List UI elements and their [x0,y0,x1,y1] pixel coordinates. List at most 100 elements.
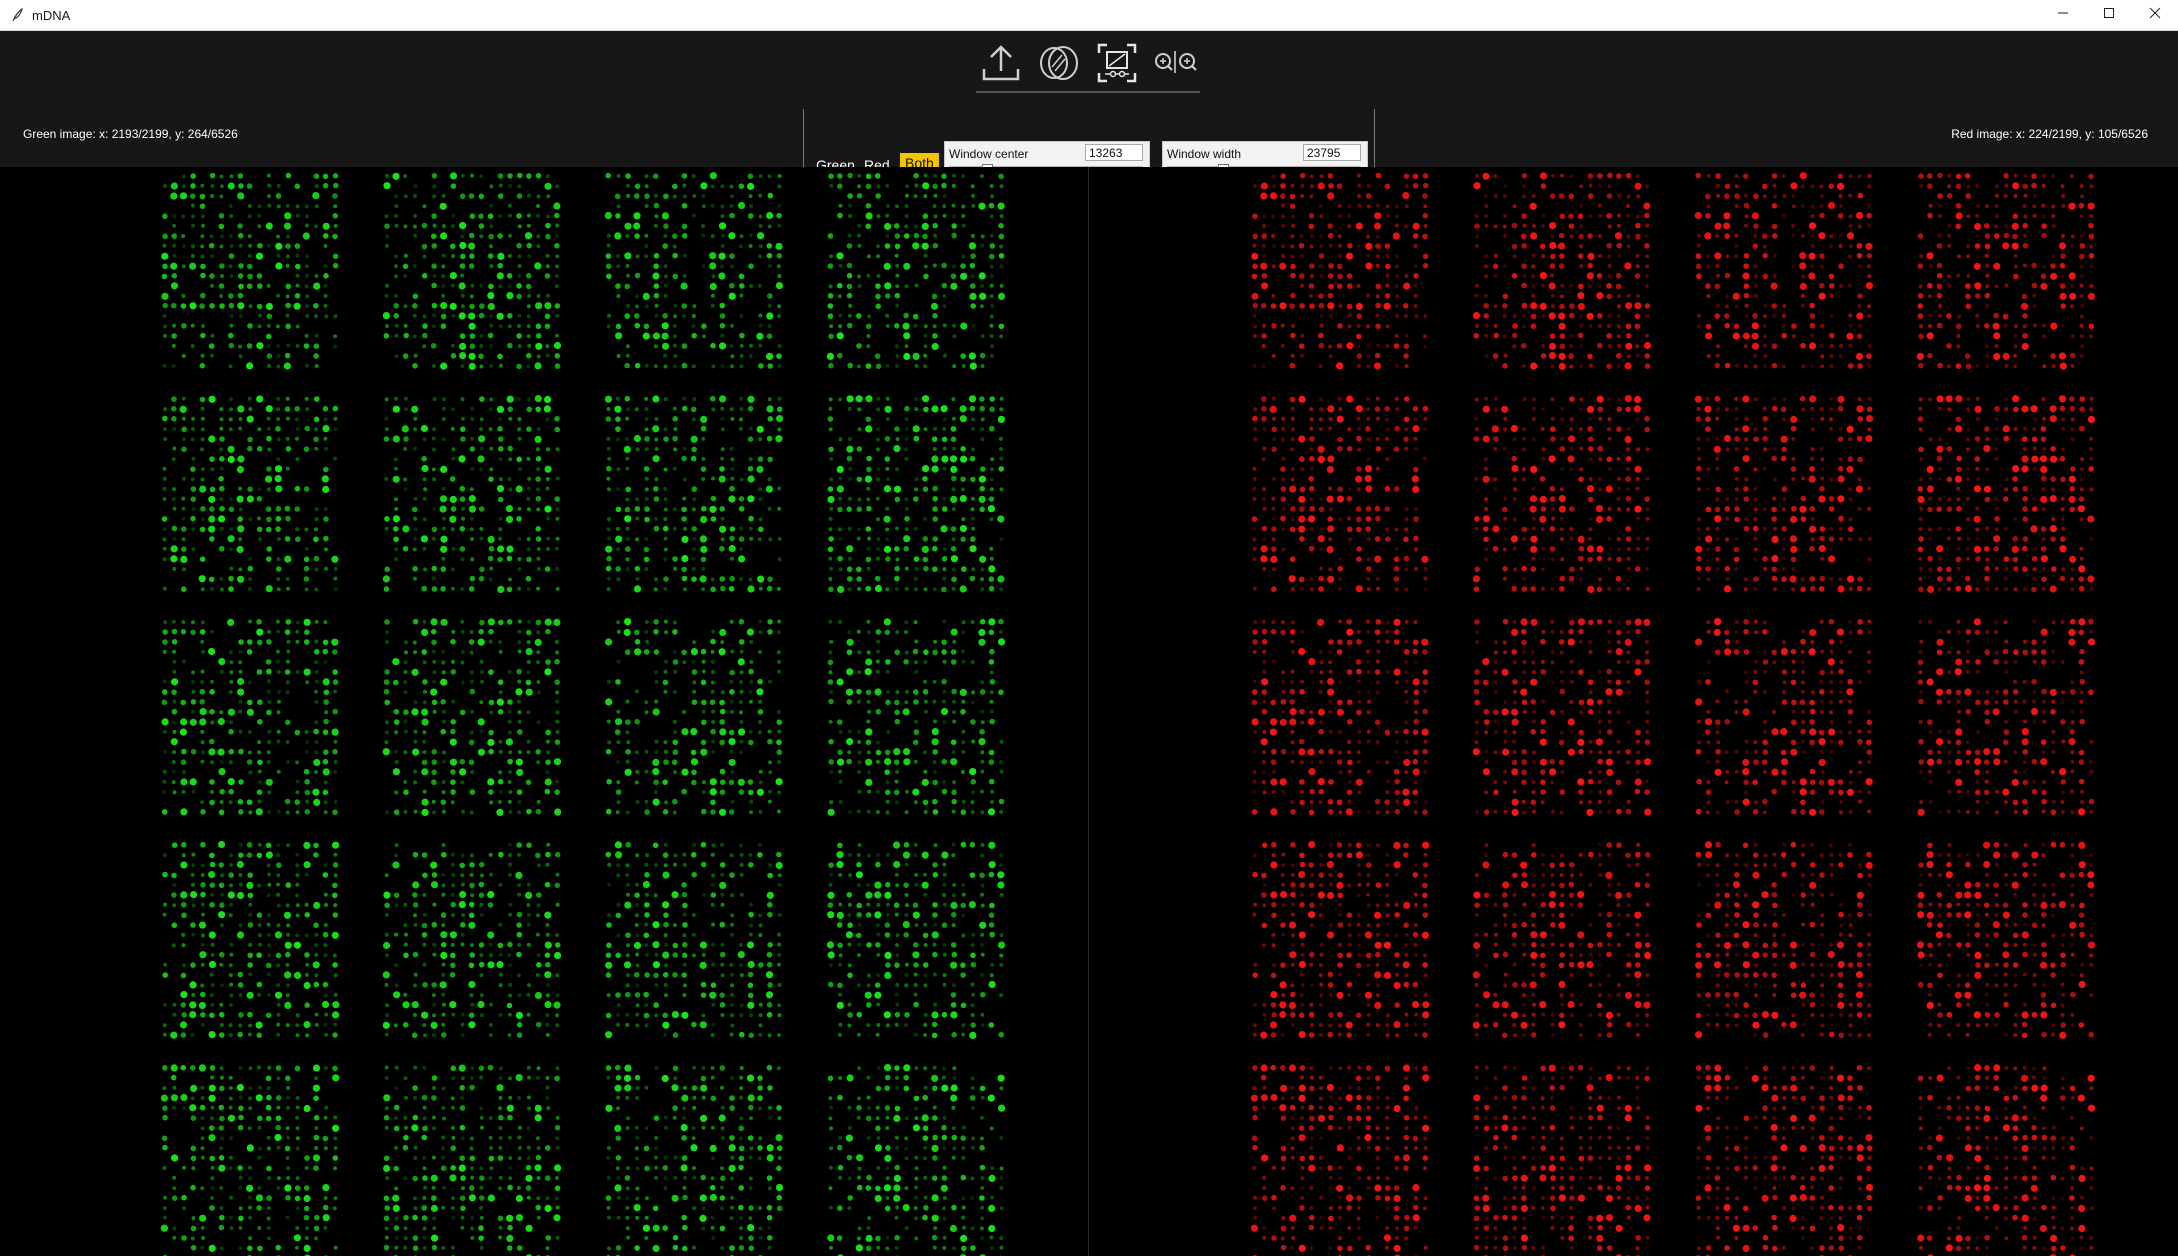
spot [489,264,494,269]
spot [440,362,448,370]
spot [893,1194,901,1202]
spot [190,437,195,442]
spot [403,640,408,645]
spot [314,770,319,774]
spot [506,555,513,562]
spot [748,862,754,868]
spot [635,983,640,988]
spot [304,629,310,635]
spot [441,516,446,521]
spot [479,467,484,472]
spot [700,466,707,472]
spot [422,1175,428,1181]
fit-image-button[interactable] [1092,42,1142,88]
spot [672,343,677,348]
spot [952,883,957,887]
red-image-panel[interactable] [1090,167,2178,1256]
spot [394,214,398,218]
spot [932,872,939,878]
spot [904,1012,910,1018]
spot [162,1086,167,1091]
window-center-input[interactable]: 13263 [1085,144,1143,161]
spot [267,872,271,877]
spot [422,1116,427,1121]
spot [942,1235,947,1240]
spot [642,292,650,300]
spot [837,352,843,359]
spot [248,770,253,775]
spot [634,629,640,636]
spot [865,1234,873,1242]
spot [748,789,754,796]
spot [766,891,774,899]
upload-button[interactable] [976,42,1026,88]
window-width-input[interactable]: 23795 [1303,144,1361,161]
spot [323,1225,328,1230]
spot [199,629,206,635]
close-button[interactable] [2132,0,2178,30]
spot [285,313,290,318]
spot [179,405,187,413]
spot [663,557,668,562]
spot [517,629,522,634]
spot [701,1125,706,1130]
spot [729,669,735,676]
spot [661,342,670,350]
spot [625,456,630,461]
spot [970,1022,976,1028]
spot [682,852,687,857]
minimize-button[interactable] [2040,0,2086,30]
spot [314,973,319,978]
spot [489,446,494,451]
spot [874,891,882,899]
spot [633,434,642,443]
spot [190,1032,195,1037]
overlay-button[interactable] [1034,42,1084,88]
spot [555,902,560,907]
spot [884,1105,891,1111]
spot [739,1066,744,1070]
spot [517,942,522,947]
spot [535,749,541,755]
spot [776,851,782,858]
spot [931,1194,939,1202]
spot [866,1135,871,1140]
spot [161,273,168,280]
green-image-panel[interactable] [0,167,1088,1256]
spot [238,1023,243,1028]
spot [172,1226,177,1231]
spot [720,640,725,645]
spot [517,729,523,735]
spot [606,1155,611,1160]
spot [875,749,882,756]
spot [758,730,762,735]
spot [314,670,319,675]
spot [738,496,745,502]
spot [933,193,938,198]
spot [544,618,552,626]
spot [412,547,417,552]
spot [663,912,669,918]
spot [422,730,427,735]
spot [768,264,773,268]
spot [932,204,937,208]
zoom-button[interactable] [1150,42,1200,88]
spot [555,536,560,541]
spot [922,395,930,403]
spot [450,1065,457,1072]
spot [921,242,929,250]
spot [479,303,485,309]
spot [266,1146,271,1151]
spot [903,332,911,340]
spot [728,729,735,736]
spot [838,203,843,208]
spot [730,769,735,774]
maximize-button[interactable] [2086,0,2132,30]
spot [672,1065,679,1072]
spot [450,527,455,532]
spot [969,362,977,370]
spot [536,1066,541,1071]
spot [999,456,1004,461]
spot [469,294,474,299]
spot [999,892,1004,897]
